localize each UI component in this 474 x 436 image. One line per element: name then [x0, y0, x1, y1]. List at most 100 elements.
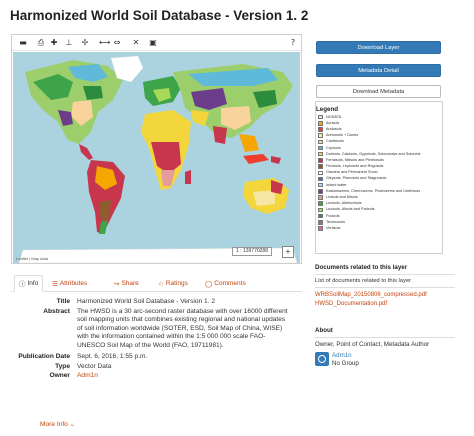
info-row-title: Title Harmonized World Soil Database - V… [11, 298, 302, 307]
legend-swatch [318, 145, 323, 151]
legend-swatch [318, 213, 323, 219]
legend-label: Glaciers and Permanent Snow [326, 170, 378, 175]
help-icon[interactable]: ? [288, 38, 298, 48]
owner-link[interactable]: Adm1n [77, 372, 292, 381]
about-roles: Owner, Point of Contact, Metadata Author [315, 341, 430, 348]
legend-label: Fluvisols, Leptosols and Regosols [326, 164, 384, 169]
legend-label: Durisols, Calcisols, Gypsisols, Soloncha… [326, 151, 421, 156]
legend-swatch [318, 139, 323, 145]
full-extent-icon[interactable]: ⟷ [99, 38, 110, 48]
legend-item: Vertisols [318, 225, 442, 231]
info-row-publication-date: Publication Date Sept. 6, 2016, 1:55 p.m… [11, 353, 302, 362]
legend-swatch [318, 176, 323, 182]
tab-ratings[interactable]: ☆ Ratings [154, 275, 192, 292]
world-soil-map [13, 52, 300, 263]
chevron-down-icon: ⌄ [69, 421, 75, 428]
map-panel: ▬ ⎙ ✚ ⊥ ✢ ⟷ ⇔ ✕ ▣ ? Leaflet | Map data 1… [11, 34, 302, 264]
legend-label: Podzols [326, 213, 340, 218]
legend-swatch [318, 189, 323, 194]
vector-tools-icon[interactable]: ✕ [131, 38, 141, 48]
table-icon: ☰ [52, 279, 58, 288]
more-info-label: More Info [40, 421, 68, 428]
zoom-out-icon[interactable]: ⊥ [64, 38, 74, 48]
legend-swatch [318, 226, 323, 231]
tab-attributes[interactable]: ☰ Attributes [48, 275, 91, 292]
avatar[interactable] [315, 352, 329, 366]
legend-label: Acrisols [326, 120, 340, 125]
info-row-owner: Owner Adm1n [11, 372, 302, 381]
divider [315, 287, 455, 288]
legend-swatch [318, 182, 323, 188]
info-icon: ⓘ [19, 279, 26, 288]
measure-icon[interactable]: ⇔ [112, 38, 122, 48]
legend-label: Technosols [326, 219, 345, 224]
print-icon[interactable]: ⎙ [36, 38, 46, 48]
zoom-button[interactable]: + [282, 246, 294, 258]
documents-section: Documents related to this layer List of … [315, 264, 455, 309]
tab-label: Attributes [59, 279, 88, 287]
layers-icon[interactable]: ▬ [18, 38, 28, 48]
legend-label: Arenosols + Dunes [326, 133, 359, 138]
page-title: Harmonized World Soil Database - Version… [10, 8, 309, 23]
legend-swatch [318, 164, 323, 169]
documents-subtitle: List of documents related to this layer [315, 278, 412, 284]
info-key: Type [55, 362, 70, 370]
legend-label: Cryosols [326, 145, 341, 150]
download-layer-button[interactable]: Download Layer [316, 41, 441, 54]
info-row-type: Type Vector Data [11, 363, 302, 372]
star-icon: ☆ [158, 279, 164, 288]
legend-list: NODATA Acrisols Andosols Arenosols + Dunes C… [318, 114, 442, 232]
legend-swatch [318, 121, 323, 126]
zoom-box-icon[interactable]: ▣ [148, 38, 158, 48]
metadata-detail-button[interactable]: Metadata Detail [316, 64, 441, 77]
info-value: The HWSD is a 30 arc-second raster datab… [77, 307, 288, 349]
legend-label: Gleysols, Planosols and Stagnosols [326, 176, 387, 181]
legend-label: Lixisols and Alisols [326, 195, 358, 200]
legend-swatch [318, 220, 323, 225]
legend-swatch [318, 158, 323, 163]
legend-label: Luvisols, Albeluvisols [326, 201, 362, 206]
info-table: Title Harmonized World Soil Database - V… [11, 298, 302, 382]
scale-readout: 1 : 139770288 [232, 247, 272, 256]
legend-label: Ferralsols, Nitisols and Plinthosols [326, 157, 384, 162]
tab-label: Ratings [165, 279, 188, 287]
more-info-link[interactable]: More Info ⌄ [40, 421, 75, 428]
zoom-in-icon[interactable]: ✚ [49, 38, 59, 48]
tab-info[interactable]: ⓘ Info [14, 275, 44, 292]
document-link[interactable]: WRBSoilMap_20150806_compressed.pdf [315, 291, 455, 300]
legend-label: Luvisols, Alisols and Podzols [326, 207, 375, 212]
legend-swatch [318, 127, 323, 132]
map-toolbar: ▬ ⎙ ✚ ⊥ ✢ ⟷ ⇔ ✕ ▣ ? [12, 35, 301, 51]
legend-swatch [318, 195, 323, 200]
info-key: Owner [49, 372, 70, 379]
comment-icon: ◯ [205, 279, 213, 288]
tab-label: Comments [214, 279, 246, 287]
legend-title: Legend [316, 106, 339, 113]
info-key: Abstract [43, 307, 70, 315]
tab-share[interactable]: ↪ Share [110, 275, 143, 292]
info-key: Title [56, 298, 70, 305]
owner-row: Adm1n No Group [315, 352, 455, 368]
info-value: Sept. 6, 2016, 1:55 p.m. [77, 353, 148, 360]
info-value: Vector Data [77, 362, 112, 370]
info-row-abstract: Abstract The HWSD is a 30 arc-second ras… [11, 308, 302, 351]
owner-name-link[interactable]: Adm1n [332, 352, 359, 360]
legend-label: Cambisols [326, 139, 344, 144]
tab-comments[interactable]: ◯ Comments [201, 275, 250, 292]
owner-group: No Group [332, 360, 359, 367]
info-key: Publication Date [18, 353, 70, 360]
document-link[interactable]: HWSD_Documentation.pdf [315, 300, 455, 309]
share-icon: ↪ [114, 279, 120, 288]
download-metadata-button[interactable]: Download Metadata [316, 85, 441, 98]
info-value: Harmonized World Soil Database - Version… [77, 298, 216, 305]
legend-label: NODATA [326, 114, 342, 119]
legend-swatch [318, 114, 323, 120]
pan-icon[interactable]: ✢ [80, 38, 90, 48]
legend-label: Vertisols [326, 225, 341, 230]
legend-swatch [318, 207, 323, 213]
legend-swatch [318, 133, 323, 138]
map-canvas[interactable]: Leaflet | Map data 1 : 139770288 + [13, 52, 300, 263]
documents-heading: Documents related to this layer [315, 264, 408, 271]
legend-label: Inland water [326, 182, 347, 187]
legend-swatch [318, 201, 323, 206]
